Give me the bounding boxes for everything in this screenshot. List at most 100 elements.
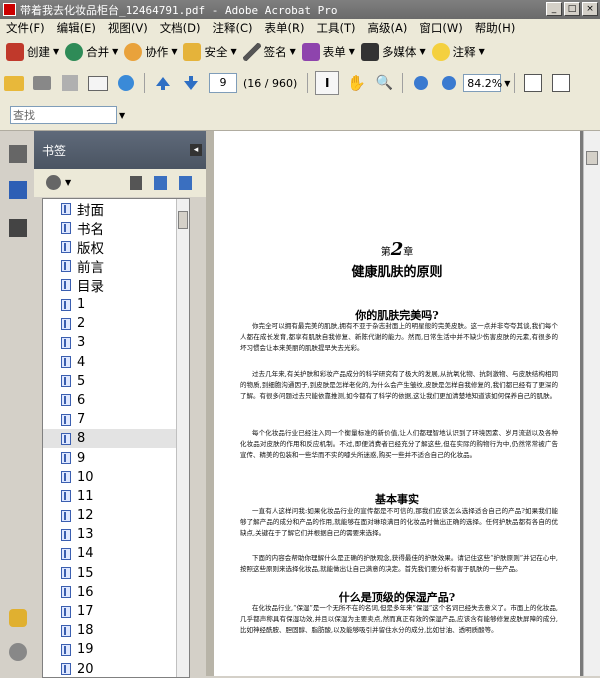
options-dropdown-arrow[interactable]: ▼ <box>65 178 71 187</box>
new-bookmark-icon[interactable] <box>154 176 167 190</box>
bookmark-item[interactable]: 9 <box>43 448 189 467</box>
menu-advanced[interactable]: 高级(A) <box>362 20 414 36</box>
pane-splitter[interactable] <box>206 131 214 676</box>
select-tool-button[interactable]: I <box>315 71 339 95</box>
hand-tool-button[interactable]: ✋ <box>345 72 367 94</box>
open-folder-button[interactable] <box>3 72 25 94</box>
multimedia-button[interactable]: 多媒体▼ <box>361 43 426 61</box>
bookmark-scrollbar[interactable] <box>176 199 189 677</box>
bookmark-icon <box>61 375 71 387</box>
bookmark-item[interactable]: 20 <box>43 660 189 678</box>
bookmark-item[interactable]: 2 <box>43 314 189 333</box>
menu-forms[interactable]: 表单(R) <box>259 20 311 36</box>
bookmark-item[interactable]: 17 <box>43 602 189 621</box>
menu-document[interactable]: 文档(D) <box>154 20 207 36</box>
menu-help[interactable]: 帮助(H) <box>469 20 522 36</box>
pages-icon[interactable] <box>9 145 27 163</box>
bookmark-item[interactable]: 目录 <box>43 276 189 295</box>
bookmark-item[interactable]: 书名 <box>43 218 189 237</box>
fit-width-button[interactable] <box>522 72 544 94</box>
collaborate-icon <box>124 43 142 61</box>
bookmark-item[interactable]: 19 <box>43 640 189 659</box>
zoom-in-button[interactable] <box>438 72 460 94</box>
bookmark-item[interactable]: 7 <box>43 410 189 429</box>
bookmark-icon <box>61 394 71 406</box>
zoom-dropdown-arrow[interactable]: ▼ <box>504 79 510 88</box>
printer-icon <box>33 76 51 90</box>
bookmark-icon <box>61 318 71 330</box>
bookmark-item[interactable]: 3 <box>43 333 189 352</box>
paragraph-4: 一直有人这样问我:如果化妆品行业的宣传都是不可信的,那我们应该怎么选择适合自己的… <box>240 506 558 551</box>
bookmark-item[interactable]: 版权 <box>43 237 189 256</box>
find-dropdown-arrow[interactable]: ▼ <box>119 111 125 120</box>
bookmark-item[interactable]: 5 <box>43 372 189 391</box>
bookmark-item[interactable]: 封面 <box>43 199 189 218</box>
bookmark-icon <box>61 414 71 426</box>
bookmark-item[interactable]: 15 <box>43 564 189 583</box>
comment-button[interactable]: 注释▼ <box>432 43 485 61</box>
zoom-tool-button[interactable]: 🔍 <box>373 72 395 94</box>
bookmark-item[interactable]: 前言 <box>43 257 189 276</box>
document-scrollbar[interactable] <box>583 131 600 676</box>
bookmark-item[interactable]: 14 <box>43 544 189 563</box>
bookmark-item[interactable]: 8 <box>43 429 189 448</box>
bookmark-item[interactable]: 11 <box>43 487 189 506</box>
bookmark-label: 封面 <box>77 199 104 219</box>
attachments-icon[interactable] <box>9 643 27 661</box>
bookmark-icon <box>61 567 71 579</box>
bookmark-item[interactable]: 10 <box>43 468 189 487</box>
next-page-button[interactable] <box>180 72 202 94</box>
section-heading-2: 基本事实 <box>214 491 580 507</box>
previous-page-button[interactable] <box>152 72 174 94</box>
bookmark-icon <box>61 433 71 445</box>
combine-button[interactable]: 合并▼ <box>65 43 118 61</box>
panel-close-button[interactable]: ◂ <box>190 144 202 156</box>
web-button[interactable] <box>115 72 137 94</box>
up-arrow-icon <box>155 75 171 91</box>
page-number-input[interactable]: 9 <box>209 73 237 93</box>
bookmark-icon <box>61 510 71 522</box>
menu-tools[interactable]: 工具(T) <box>311 20 362 36</box>
menu-file[interactable]: 文件(F) <box>0 20 51 36</box>
zoom-level-input[interactable]: 84.2% <box>463 74 501 92</box>
email-button[interactable] <box>87 72 109 94</box>
find-input[interactable]: 查找 <box>10 106 117 124</box>
create-button[interactable]: 创建▼ <box>6 43 59 61</box>
bookmark-item[interactable]: 16 <box>43 583 189 602</box>
bookmark-label: 书名 <box>77 218 104 238</box>
bookmark-label: 20 <box>77 662 94 677</box>
security-button[interactable]: 安全▼ <box>183 43 236 61</box>
menu-window[interactable]: 窗口(W) <box>413 20 468 36</box>
bookmark-label: 6 <box>77 393 85 408</box>
delete-bookmark-icon[interactable] <box>130 176 142 190</box>
minimize-button[interactable]: _ <box>546 2 562 16</box>
fit-page-button[interactable] <box>550 72 572 94</box>
options-gear-icon[interactable] <box>46 175 61 190</box>
bookmark-item[interactable]: 12 <box>43 506 189 525</box>
sign-button[interactable]: 签名▼ <box>243 43 296 61</box>
maximize-button[interactable]: □ <box>564 2 580 16</box>
expand-bookmark-icon[interactable] <box>179 176 192 190</box>
menu-edit[interactable]: 编辑(E) <box>51 20 102 36</box>
bookmark-label: 14 <box>77 546 94 561</box>
folder-icon <box>4 76 24 91</box>
bookmarks-icon[interactable] <box>9 181 27 199</box>
bookmark-icon <box>61 299 71 311</box>
menu-comments[interactable]: 注释(C) <box>207 20 259 36</box>
bookmark-item[interactable]: 1 <box>43 295 189 314</box>
print-button[interactable] <box>31 72 53 94</box>
bookmark-item[interactable]: 6 <box>43 391 189 410</box>
menu-view[interactable]: 视图(V) <box>102 20 154 36</box>
panel-header: 书签 ◂ <box>34 131 206 169</box>
bookmark-label: 3 <box>77 335 85 350</box>
collaborate-button[interactable]: 协作▼ <box>124 43 177 61</box>
bookmark-item[interactable]: 13 <box>43 525 189 544</box>
signatures-icon[interactable] <box>9 219 27 237</box>
zoom-out-button[interactable] <box>410 72 432 94</box>
save-button[interactable] <box>59 72 81 94</box>
bookmark-item[interactable]: 18 <box>43 621 189 640</box>
bookmark-item[interactable]: 4 <box>43 353 189 372</box>
close-button[interactable]: × <box>582 2 598 16</box>
forms-button[interactable]: 表单▼ <box>302 43 355 61</box>
comments-icon[interactable] <box>9 609 27 627</box>
